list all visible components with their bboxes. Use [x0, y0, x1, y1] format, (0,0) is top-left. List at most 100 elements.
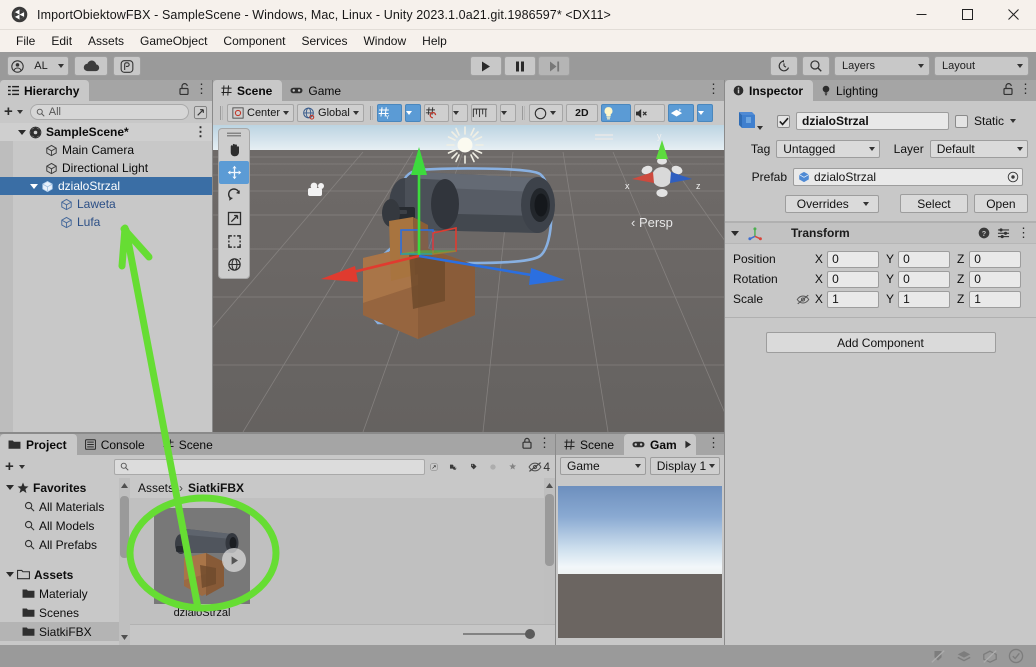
hierarchy-row-samplescene[interactable]: SampleScene* ⋮ — [0, 123, 212, 141]
scale-z-input[interactable]: 1 — [969, 290, 1022, 308]
check-circle-icon[interactable] — [1008, 648, 1024, 664]
scale-tool-button[interactable] — [219, 207, 249, 230]
lock-open-icon[interactable] — [179, 83, 189, 95]
slider-thumb[interactable] — [525, 629, 535, 639]
game-display-target-dropdown[interactable]: Display 1 — [649, 456, 720, 475]
project-expand-icon[interactable] — [430, 460, 438, 474]
rotation-y-input[interactable]: 0 — [898, 270, 950, 288]
hierarchy-row-directional-light[interactable]: Directional Light — [0, 159, 212, 177]
layer-dropdown[interactable]: Default — [929, 140, 1028, 158]
tab-lighting[interactable]: Lighting — [813, 80, 889, 101]
mode-2d-button[interactable]: 2D — [565, 104, 598, 122]
tab-scene-docked[interactable]: Scene — [154, 434, 223, 455]
project-create-button[interactable]: + — [5, 459, 14, 474]
grid-size-button[interactable] — [470, 104, 497, 122]
scale-x-input[interactable]: 1 — [827, 290, 879, 308]
position-y-input[interactable]: 0 — [898, 250, 950, 268]
snap-settings-dropdown[interactable] — [451, 104, 468, 122]
tree-row-scenes[interactable]: Scenes — [0, 603, 130, 622]
rotation-x-input[interactable]: 0 — [827, 270, 879, 288]
menu-help[interactable]: Help — [414, 31, 455, 51]
cloud-button[interactable] — [74, 56, 108, 76]
tree-row-materialy[interactable]: Materialy — [0, 584, 130, 603]
hierarchy-row-laweta[interactable]: Laweta — [0, 195, 212, 213]
project-tree-scrollbar[interactable] — [119, 478, 130, 645]
asset-size-slider[interactable] — [463, 628, 535, 640]
menu-edit[interactable]: Edit — [43, 31, 80, 51]
chevron-down-icon[interactable] — [6, 485, 14, 490]
menu-file[interactable]: File — [8, 31, 43, 51]
lock-closed-icon[interactable] — [522, 437, 532, 449]
favorites-star-icon[interactable] — [509, 460, 517, 473]
pivot-mode-dropdown[interactable]: Center — [227, 104, 295, 122]
handle-space-dropdown[interactable]: Global — [297, 104, 364, 122]
hierarchy-row-main-camera[interactable]: Main Camera — [0, 141, 212, 159]
layers-dropdown[interactable]: Layers — [834, 56, 930, 76]
project-content-scrollbar[interactable] — [544, 478, 555, 645]
scroll-up-icon[interactable] — [119, 481, 130, 491]
maximize-button[interactable] — [944, 0, 990, 30]
hierarchy-search-input[interactable]: All — [29, 104, 189, 120]
menu-services[interactable]: Services — [293, 31, 355, 51]
tag-dropdown[interactable]: Untagged — [776, 140, 881, 158]
kebab-icon[interactable]: ⋮ — [1019, 82, 1032, 95]
close-button[interactable] — [990, 0, 1036, 30]
tab-inspector[interactable]: Inspector — [725, 80, 814, 101]
undo-history-button[interactable] — [770, 56, 798, 76]
hierarchy-row-dzialostrzal[interactable]: dzialoStrzal — [0, 177, 212, 195]
gameobject-name-input[interactable]: dzialoStrzal — [796, 112, 949, 130]
play-small-icon[interactable] — [684, 440, 692, 449]
hand-tool-button[interactable] — [219, 138, 249, 161]
kebab-icon[interactable]: ⋮ — [194, 125, 207, 138]
hierarchy-row-lufa[interactable]: Lufa — [0, 213, 212, 231]
prefab-open-button[interactable]: Open — [973, 194, 1029, 213]
chevron-down-icon[interactable] — [1010, 119, 1017, 123]
constrain-proportions-off-icon[interactable] — [796, 294, 810, 305]
asset-preview-play-button[interactable] — [222, 548, 246, 572]
preview-pack-icon[interactable] — [982, 649, 998, 664]
kebab-icon[interactable]: ⋮ — [707, 82, 720, 95]
tree-row-siatkifbx[interactable]: SiatkiFBX — [0, 622, 130, 641]
grid-visibility-button[interactable]: Y — [376, 104, 402, 122]
tree-row-all-materials[interactable]: All Materials — [0, 497, 130, 516]
preset-icon[interactable] — [997, 227, 1010, 239]
rect-tool-button[interactable] — [219, 230, 249, 253]
menu-gameobject[interactable]: GameObject — [132, 31, 215, 51]
transform-tool-button[interactable] — [219, 253, 249, 276]
chevron-down-icon[interactable] — [16, 110, 23, 114]
scale-y-input[interactable]: 1 — [898, 290, 950, 308]
overrides-dropdown[interactable]: Overrides — [784, 194, 880, 213]
layout-dropdown[interactable]: Layout — [934, 56, 1029, 76]
search-in-packages-icon[interactable] — [489, 460, 497, 474]
grid-size-dropdown[interactable] — [499, 104, 516, 122]
prefab-select-button[interactable]: Select — [900, 194, 968, 213]
menu-window[interactable]: Window — [355, 31, 414, 51]
scene-audio-toggle[interactable] — [633, 104, 665, 122]
target-icon[interactable] — [1007, 171, 1019, 183]
tab-game-bottom[interactable]: Gam — [624, 434, 696, 455]
create-button[interactable]: + — [4, 104, 13, 119]
menu-component[interactable]: Component — [215, 31, 293, 51]
tree-row-all-prefabs[interactable]: All Prefabs — [0, 535, 130, 554]
prefab-field[interactable]: dzialoStrzal — [793, 168, 1023, 186]
tab-game[interactable]: Game — [282, 80, 352, 101]
transform-component-header[interactable]: Transform ? ⋮ — [725, 222, 1036, 244]
scroll-down-icon[interactable] — [119, 632, 130, 642]
chevron-down-icon[interactable] — [731, 230, 739, 236]
project-search-input[interactable] — [113, 458, 425, 475]
kebab-icon[interactable]: ⋮ — [195, 82, 208, 95]
chevron-down-icon[interactable] — [757, 126, 763, 130]
breadcrumb-assets[interactable]: Assets — [138, 481, 174, 495]
hierarchy-expand-icon[interactable] — [193, 105, 208, 120]
scene-effects-button[interactable] — [667, 104, 694, 122]
tree-row-all-models[interactable]: All Models — [0, 516, 130, 535]
snap-increment-button[interactable] — [423, 104, 449, 122]
game-viewport[interactable] — [558, 486, 722, 638]
tab-console[interactable]: Console — [76, 434, 155, 455]
chevron-down-icon[interactable] — [6, 572, 14, 577]
asset-thumbnail[interactable] — [154, 508, 250, 604]
help-icon[interactable]: ? — [978, 227, 990, 239]
static-checkbox[interactable] — [955, 114, 968, 128]
tree-row-assets[interactable]: Assets — [0, 565, 130, 584]
scene-viewport[interactable]: y x z ‹ Persp — [213, 125, 724, 432]
